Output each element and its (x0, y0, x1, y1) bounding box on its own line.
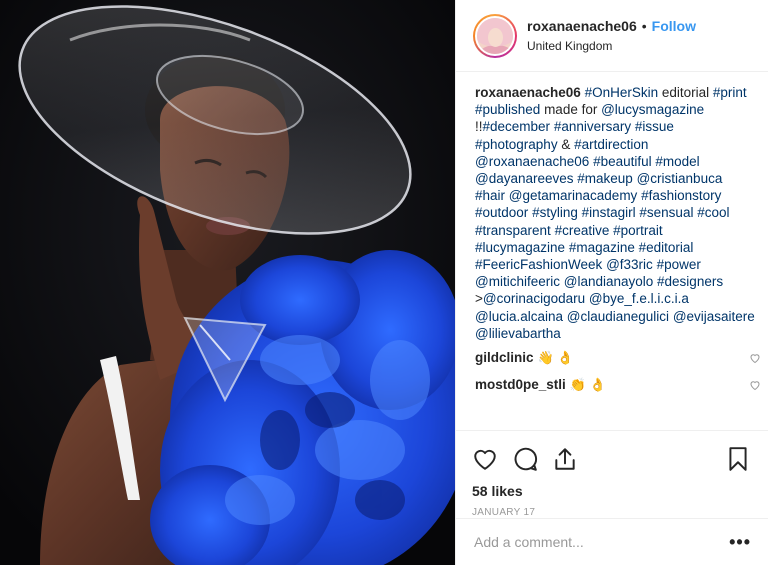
caption-hashtag-link[interactable]: @dayanareeves (475, 171, 574, 186)
caption-hashtag-link[interactable]: #model (655, 154, 699, 169)
comment-author[interactable]: mostd0pe_stli (475, 376, 566, 393)
caption-hashtag-link[interactable]: @lilievabartha (475, 326, 561, 341)
caption-hashtag-link[interactable]: #FeericFashionWeek (475, 257, 602, 272)
caption-text-segment: & (557, 136, 575, 152)
caption-hashtag-link[interactable]: #portrait (613, 223, 663, 238)
caption-hashtag-link[interactable]: @evijasaitere (673, 309, 755, 324)
caption-hashtag-link[interactable]: #outdoor (475, 205, 528, 220)
comment-row: gildclinic 👋 👌 (475, 347, 760, 369)
comments-section: roxanaenache06 #OnHerSkin editorial #pri… (475, 84, 760, 396)
caption-hashtag-link[interactable]: #magazine (569, 240, 635, 255)
header-separator: • (641, 18, 647, 34)
avatar-story-ring[interactable] (473, 13, 517, 58)
caption-hashtag-link[interactable]: @claudianegulici (567, 309, 669, 324)
caption-hashtag-link[interactable]: #beautiful (593, 154, 652, 169)
comment-like-heart-icon[interactable] (749, 352, 761, 364)
caption-text-segment: editorial (658, 85, 713, 100)
caption-author[interactable]: roxanaenache06 (475, 85, 581, 100)
heart-icon[interactable] (472, 446, 498, 472)
caption-text: #OnHerSkin editorial #print #published m… (475, 85, 755, 341)
caption-hashtag-link[interactable]: #photography (475, 137, 558, 152)
caption-hashtag-link[interactable]: #anniversary (554, 119, 631, 134)
caption-hashtag-link[interactable]: #hair (475, 188, 505, 203)
add-comment-bar: ••• (456, 518, 768, 565)
caption-hashtag-link[interactable]: @lucysmagazine (601, 102, 704, 117)
follow-button[interactable]: Follow (652, 18, 696, 34)
post-header: roxanaenache06 • Follow United Kingdom (456, 0, 768, 72)
post-actions: 58 likes JANUARY 17 (456, 430, 768, 518)
caption-hashtag-link[interactable]: #lucymagazine (475, 240, 565, 255)
instagram-post: roxanaenache06 • Follow United Kingdom r… (0, 0, 768, 565)
caption-text-segment: made for (540, 102, 602, 118)
caption-hashtag-link[interactable]: #issue (635, 119, 674, 134)
header-username-line: roxanaenache06 • Follow (527, 18, 696, 34)
share-icon[interactable] (552, 446, 578, 472)
caption-hashtag-link[interactable]: @cristianbuca (637, 171, 723, 186)
caption-hashtag-link[interactable]: #cool (697, 205, 729, 220)
caption-hashtag-link[interactable]: @bye_f.e.l.i.c.i.a (589, 291, 689, 306)
caption-hashtag-link[interactable]: #sensual (639, 205, 693, 220)
caption-hashtag-link[interactable]: #power (657, 257, 701, 272)
post-photo[interactable] (0, 0, 455, 565)
action-icons (472, 431, 753, 479)
caption-hashtag-link[interactable]: #transparent (475, 223, 551, 238)
header-text: roxanaenache06 • Follow United Kingdom (527, 18, 696, 53)
caption-hashtag-link[interactable]: @landianayolo (564, 274, 654, 289)
caption-hashtag-link[interactable]: @corinacigodaru (483, 291, 585, 306)
caption-hashtag-link[interactable]: @mitichifeeric (475, 274, 560, 289)
caption-hashtag-link[interactable]: #artdirection (574, 137, 648, 152)
caption-hashtag-link[interactable]: #editorial (639, 240, 694, 255)
caption-hashtag-link[interactable]: #instagirl (582, 205, 636, 220)
caption-hashtag-link[interactable]: @getamarinacademy (509, 188, 638, 203)
bookmark-icon[interactable] (725, 446, 751, 472)
avatar-face (488, 27, 503, 47)
caption-hashtag-link[interactable]: #makeup (577, 171, 633, 186)
caption-text-segment: > (475, 291, 483, 307)
likes-count[interactable]: 58 likes (472, 483, 753, 499)
comment-like-heart-icon[interactable] (749, 379, 761, 391)
post-date[interactable]: JANUARY 17 (472, 507, 753, 518)
comment-author[interactable]: gildclinic (475, 349, 534, 366)
post-image (0, 0, 455, 565)
post-sidebar: roxanaenache06 • Follow United Kingdom r… (455, 0, 768, 565)
comment-row: mostd0pe_stli 👏 👌 (475, 374, 760, 396)
caption-hashtag-link[interactable]: #OnHerSkin (585, 85, 659, 100)
header-username[interactable]: roxanaenache06 (527, 18, 637, 34)
caption-hashtag-link[interactable]: #print (713, 85, 747, 100)
caption-hashtag-link[interactable]: #fashionstory (641, 188, 721, 203)
comment-icon[interactable] (512, 446, 538, 472)
caption-hashtag-link[interactable]: #creative (555, 223, 610, 238)
caption-hashtag-link[interactable]: @roxanaenache06 (475, 154, 589, 169)
comment-text: 👏 👌 (569, 377, 606, 393)
caption-hashtag-link[interactable]: #designers (657, 274, 723, 289)
more-options-button[interactable]: ••• (729, 533, 751, 551)
caption-hashtag-link[interactable]: #styling (532, 205, 578, 220)
caption-hashtag-link[interactable]: #december (483, 119, 551, 134)
caption-hashtag-link[interactable]: @lucia.alcaina (475, 309, 563, 324)
add-comment-input[interactable] (474, 534, 730, 550)
comment-text: 👋 👌 (537, 350, 574, 366)
post-caption: roxanaenache06 #OnHerSkin editorial #pri… (475, 84, 755, 342)
avatar[interactable] (475, 15, 515, 56)
caption-hashtag-link[interactable]: @f33ric (606, 257, 653, 272)
caption-hashtag-link[interactable]: #published (475, 102, 540, 117)
location-link[interactable]: United Kingdom (527, 39, 696, 53)
caption-text-segment: !! (475, 119, 483, 135)
